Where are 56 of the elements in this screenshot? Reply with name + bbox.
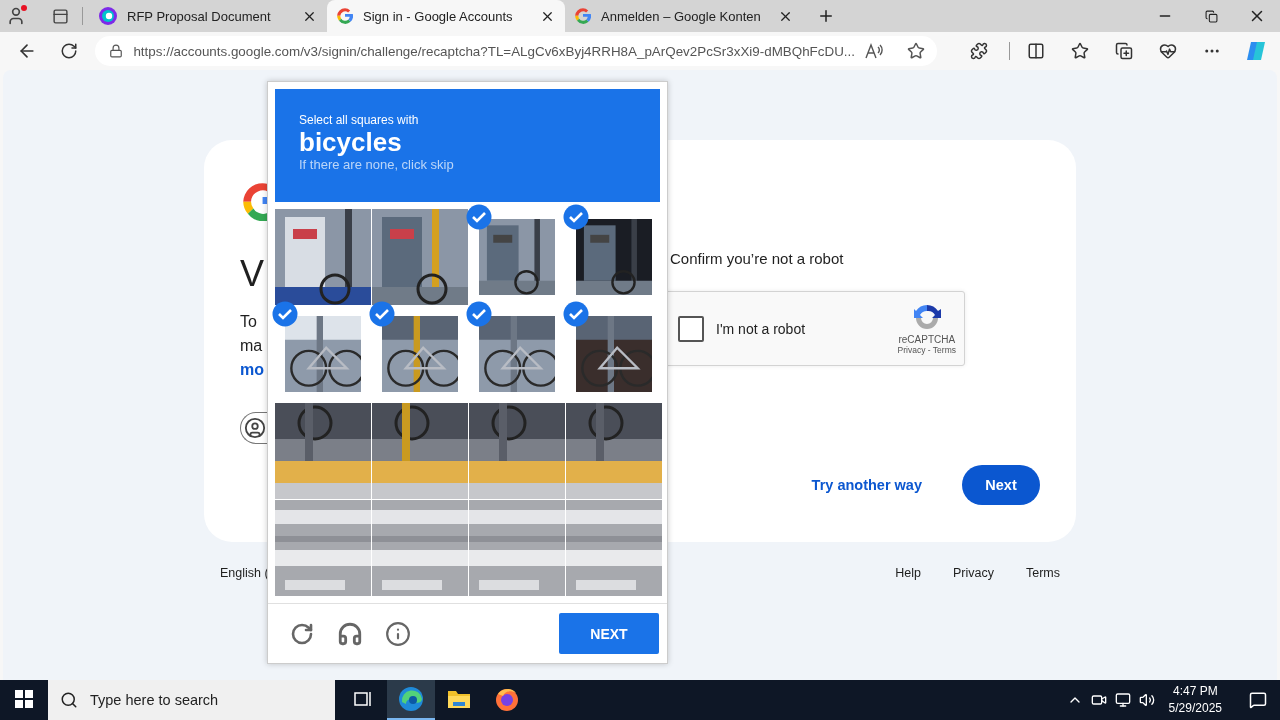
clock[interactable]: 4:47 PM 5/29/2025 [1168, 683, 1222, 717]
extensions-icon[interactable] [970, 42, 988, 60]
windows-logo-icon[interactable] [15, 690, 33, 708]
link[interactable]: mo [240, 358, 264, 382]
collections-icon[interactable] [1115, 42, 1133, 60]
favorite-star-icon[interactable] [907, 42, 925, 60]
footer-link[interactable]: Privacy [953, 566, 994, 580]
tab-actions-icon[interactable] [51, 7, 69, 25]
search-icon [60, 691, 78, 709]
info-icon[interactable] [385, 620, 411, 647]
next-button[interactable]: NEXT [559, 613, 659, 654]
volume-icon[interactable] [1138, 692, 1155, 708]
network-icon[interactable] [1114, 692, 1131, 708]
legal-links[interactable]: Privacy - Terms [897, 345, 956, 355]
swirl-logo-icon [99, 7, 117, 25]
edge-icon [398, 686, 424, 712]
taskbar-app-button[interactable] [387, 680, 435, 720]
reload-icon[interactable] [60, 42, 79, 60]
footer-link[interactable]: Terms [1025, 566, 1060, 580]
instruction-text: Confirm you’re not a robot [669, 250, 845, 267]
checkbox[interactable] [678, 315, 704, 342]
try-another-way-link[interactable]: Try another way [811, 469, 922, 501]
avatar-icon [244, 417, 266, 439]
taskbar-search-field[interactable]: Type here to search [48, 680, 335, 720]
instruction-text: Select all squares with [299, 113, 420, 127]
favorites-icon[interactable] [1071, 42, 1089, 60]
g-logo-icon [337, 8, 353, 24]
checkbox-label: I'm not a robot [716, 320, 807, 337]
split-screen-icon[interactable] [1027, 42, 1045, 60]
health-icon[interactable] [1159, 42, 1177, 60]
text-line: To [240, 312, 257, 332]
restore-icon[interactable] [1204, 9, 1218, 23]
copilot-icon[interactable] [1245, 40, 1267, 62]
address-field[interactable]: https://accounts.google.com/v3/signin/challenge/recaptcha?TL=ALgCv6xByj4RRH8A_pArQev2PcSr3xXi9-dMBQhFcDU... [95, 36, 937, 66]
target-text: bicycles [299, 127, 403, 157]
browser-tab[interactable]: Anmelden – Google Konten [565, 0, 803, 32]
headphones-icon[interactable] [337, 620, 363, 647]
firefox-icon [494, 686, 520, 712]
next-button[interactable]: Next [962, 465, 1040, 505]
g-logo-icon [243, 183, 269, 221]
brand-text: reCAPTCHA [898, 334, 956, 345]
text-line: ma [240, 336, 263, 356]
browser-tab[interactable]: RFP Proposal Document [89, 0, 327, 32]
reload-icon[interactable] [290, 621, 314, 646]
heading: V [240, 252, 264, 296]
lock-icon [109, 44, 124, 58]
g-logo-icon [575, 8, 591, 24]
hint-text: If there are none, click skip [299, 157, 455, 172]
folder-icon [447, 688, 471, 710]
read-aloud-icon[interactable] [865, 43, 883, 59]
camera-icon[interactable] [1090, 692, 1107, 708]
task-view-icon [353, 689, 373, 709]
new-tab-icon[interactable] [817, 7, 835, 25]
footer-link[interactable]: Help [895, 566, 921, 580]
browser-tab[interactable]: Sign in - Google Accounts [327, 0, 565, 32]
notifications-icon[interactable] [1249, 691, 1267, 709]
